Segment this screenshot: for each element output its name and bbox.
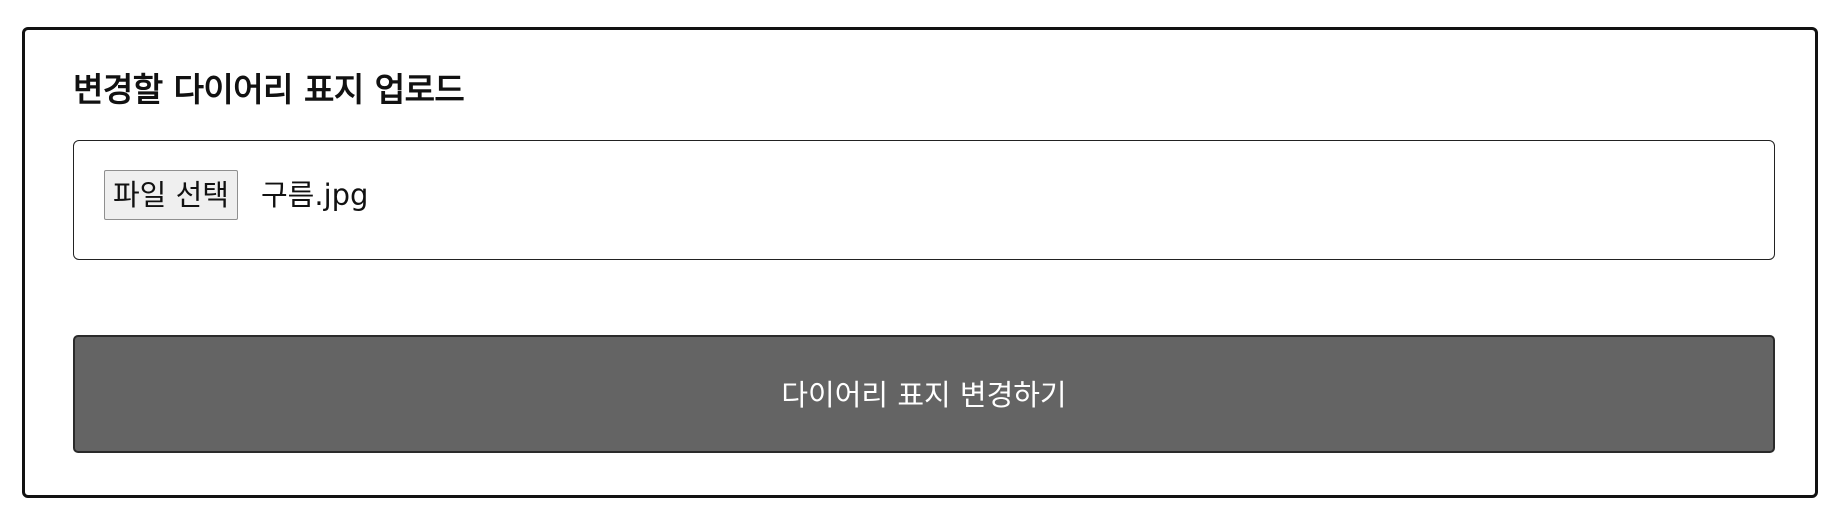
selected-file-name: 구름.jpg <box>261 178 369 212</box>
choose-file-button[interactable]: 파일 선택 <box>104 170 238 220</box>
upload-cover-form: 변경할 다이어리 표지 업로드 파일 선택 구름.jpg 다이어리 표지 변경하… <box>22 27 1818 498</box>
form-title: 변경할 다이어리 표지 업로드 <box>73 70 465 109</box>
change-cover-button[interactable]: 다이어리 표지 변경하기 <box>73 335 1775 453</box>
file-input-box[interactable]: 파일 선택 구름.jpg <box>73 140 1775 260</box>
